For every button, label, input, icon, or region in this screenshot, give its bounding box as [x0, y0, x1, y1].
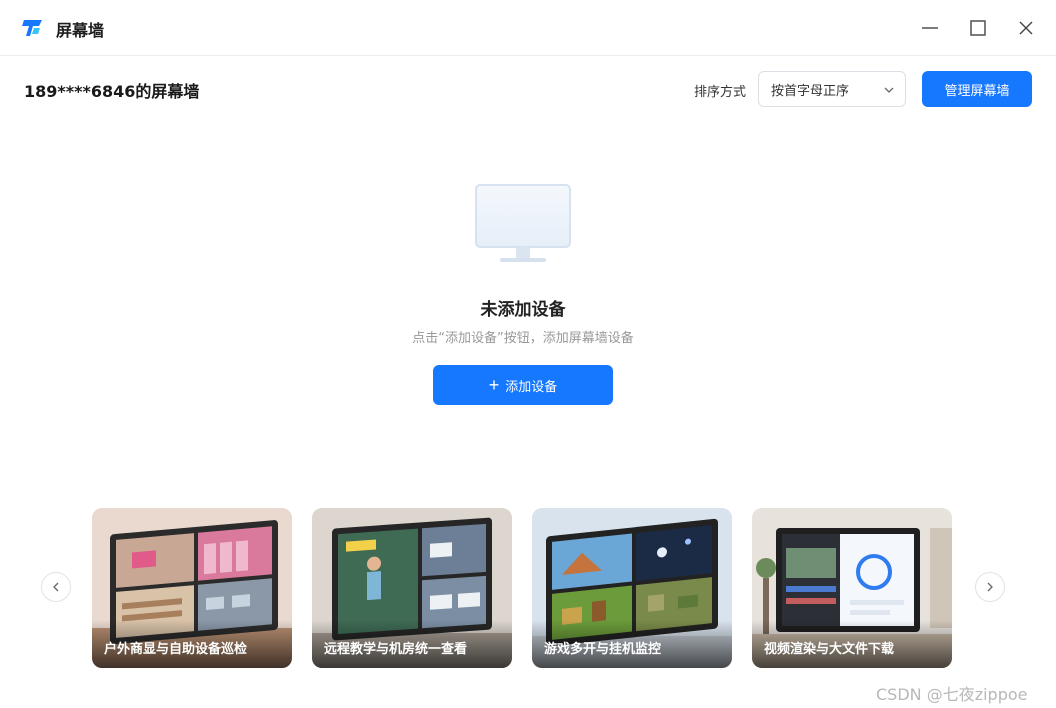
empty-state-hint: 点击“添加设备”按钮，添加屏幕墙设备: [412, 331, 634, 346]
chevron-left-icon: [53, 582, 59, 592]
scenario-card-outdoor-display[interactable]: 户外商显与自助设备巡检: [92, 508, 292, 668]
minimize-button[interactable]: [916, 14, 944, 42]
add-device-label: 添加设备: [505, 378, 558, 394]
chevron-right-icon: [987, 582, 993, 592]
sort-selected-value: 按首字母正序: [771, 83, 850, 99]
manage-screen-wall-button[interactable]: 管理屏幕墙: [922, 71, 1032, 107]
empty-monitor-icon: [475, 184, 571, 262]
plus-icon: +: [488, 375, 500, 395]
maximize-button[interactable]: [964, 14, 992, 42]
title-bar: 屏幕墙: [0, 0, 1056, 56]
app-logo-icon: [22, 20, 42, 36]
empty-state-title: 未添加设备: [480, 300, 566, 320]
card-caption: 户外商显与自助设备巡检: [104, 642, 248, 657]
close-button[interactable]: [1012, 14, 1040, 42]
carousel-prev-button[interactable]: [41, 572, 71, 602]
carousel-next-button[interactable]: [975, 572, 1005, 602]
close-icon: [1019, 21, 1033, 35]
card-caption: 远程教学与机房统一查看: [324, 642, 468, 657]
scenario-card-remote-teaching[interactable]: 远程教学与机房统一查看: [312, 508, 512, 668]
minimize-icon: [922, 27, 938, 29]
scenario-card-game-monitoring[interactable]: 游戏多开与挂机监控: [532, 508, 732, 668]
sort-label: 排序方式: [694, 85, 747, 100]
app-title: 屏幕墙: [56, 21, 105, 40]
scenario-card-video-rendering[interactable]: 视频渲染与大文件下载: [752, 508, 952, 668]
watermark: CSDN @七夜zippoe: [876, 685, 1028, 704]
add-device-button[interactable]: + 添加设备: [433, 365, 613, 405]
chevron-down-icon: [884, 87, 894, 93]
maximize-icon: [970, 20, 986, 36]
page-title: 189****6846的屏幕墙: [24, 82, 200, 101]
card-caption: 游戏多开与挂机监控: [544, 642, 662, 657]
sort-select[interactable]: 按首字母正序: [758, 71, 906, 107]
card-caption: 视频渲染与大文件下载: [764, 642, 895, 657]
